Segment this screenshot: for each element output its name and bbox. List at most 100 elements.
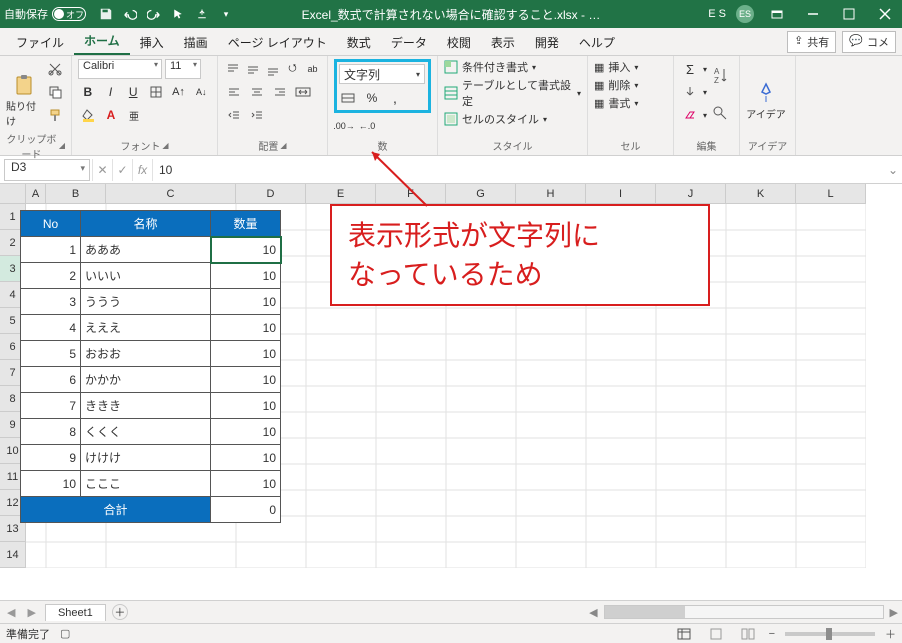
cell-name[interactable]: ううう (81, 289, 211, 315)
cell-name[interactable]: あああ (81, 237, 211, 263)
column-headers[interactable]: ABCDEFGHIJKL (26, 184, 866, 204)
table-row[interactable]: 6かかか10 (21, 367, 281, 393)
worksheet-grid[interactable]: ABCDEFGHIJKL 1234567891011121314 No名称数量1… (0, 184, 902, 600)
share-button[interactable]: ⇪ 共有 (787, 31, 836, 53)
cell-qty[interactable]: 10 (211, 315, 281, 341)
tab-ファイル[interactable]: ファイル (6, 30, 74, 55)
font-launcher-icon[interactable]: ◢ (162, 141, 168, 150)
orientation-icon[interactable]: ⭯ (284, 59, 301, 79)
sheet-nav-prev-icon[interactable]: ◀ (4, 606, 18, 619)
zoom-in-icon[interactable]: ＋ (885, 626, 896, 642)
cell-qty[interactable]: 10 (211, 263, 281, 289)
format-cells-button[interactable]: ▦書式▾ (594, 95, 638, 111)
decrease-decimal-icon[interactable]: ←.0 (357, 116, 377, 136)
cursor-icon[interactable] (170, 6, 186, 22)
col-header-H[interactable]: H (516, 184, 586, 204)
align-left-icon[interactable] (224, 82, 244, 102)
maximize-icon[interactable] (836, 4, 862, 24)
increase-indent-icon[interactable] (247, 105, 267, 125)
cell-name[interactable]: こここ (81, 471, 211, 497)
cell-no[interactable]: 1 (21, 237, 81, 263)
tab-ホーム[interactable]: ホーム (74, 28, 130, 55)
wrap-text-button[interactable]: ab (304, 59, 321, 79)
col-header-G[interactable]: G (446, 184, 516, 204)
alignment-launcher-icon[interactable]: ◢ (280, 141, 286, 150)
page-layout-view-icon[interactable] (705, 626, 727, 642)
cell-qty[interactable]: 10 (211, 237, 281, 263)
table-row[interactable]: 1あああ10 (21, 237, 281, 263)
cell-styles-button[interactable]: セルのスタイル▾ (444, 111, 581, 127)
col-header-L[interactable]: L (796, 184, 866, 204)
tab-描画[interactable]: 描画 (174, 30, 218, 55)
comment-button[interactable]: 💬 コメ (842, 31, 896, 53)
tab-開発[interactable]: 開発 (525, 30, 569, 55)
cell-name[interactable]: いいい (81, 263, 211, 289)
cell-qty[interactable]: 10 (211, 471, 281, 497)
cell-qty[interactable]: 10 (211, 419, 281, 445)
col-header-K[interactable]: K (726, 184, 796, 204)
table-row[interactable]: 5おおお10 (21, 341, 281, 367)
number-format-select[interactable]: 文字列▾ (339, 64, 425, 84)
cell-qty[interactable]: 10 (211, 445, 281, 471)
macro-record-icon[interactable]: ▢ (60, 627, 70, 640)
paste-button[interactable]: 貼り付け (6, 59, 42, 137)
name-box[interactable]: D3 (4, 159, 90, 181)
table-row[interactable]: 3ううう10 (21, 289, 281, 315)
col-header-C[interactable]: C (106, 184, 236, 204)
qat-customize-icon[interactable]: ▾ (218, 6, 234, 22)
comma-format-icon[interactable]: , (385, 88, 405, 108)
cell-no[interactable]: 2 (21, 263, 81, 289)
table-row[interactable]: 8くくく10 (21, 419, 281, 445)
delete-cells-button[interactable]: ▦削除▾ (594, 77, 638, 93)
table-row[interactable]: 2いいい10 (21, 263, 281, 289)
align-right-icon[interactable] (270, 82, 290, 102)
add-sheet-button[interactable]: ＋ (112, 604, 128, 620)
format-as-table-button[interactable]: テーブルとして書式設定▾ (444, 77, 581, 109)
col-header-A[interactable]: A (26, 184, 46, 204)
ribbon-options-icon[interactable] (764, 4, 790, 24)
sheet-tab[interactable]: Sheet1 (45, 604, 106, 621)
find-select-icon[interactable] (710, 96, 730, 130)
sheet-nav-next-icon[interactable]: ▶ (24, 606, 38, 619)
increase-font-icon[interactable]: A↑ (169, 82, 189, 102)
align-bottom-icon[interactable] (264, 59, 281, 79)
autosave-toggle[interactable]: 自動保存 オフ (4, 6, 86, 22)
formula-input[interactable]: 10 (152, 159, 884, 181)
cell-no[interactable]: 6 (21, 367, 81, 393)
table-row[interactable]: 9けけけ10 (21, 445, 281, 471)
underline-button[interactable]: U (123, 82, 143, 102)
align-center-icon[interactable] (247, 82, 267, 102)
autosum-icon[interactable]: Σ (680, 59, 700, 79)
close-icon[interactable] (872, 4, 898, 24)
ideas-button[interactable]: アイデア (746, 59, 786, 137)
increase-decimal-icon[interactable]: .00→ (334, 116, 354, 136)
user-avatar[interactable]: ES (736, 5, 754, 23)
cell-name[interactable]: ききき (81, 393, 211, 419)
fill-icon[interactable] (680, 82, 700, 102)
insert-cells-button[interactable]: ▦挿入▾ (594, 59, 638, 75)
conditional-formatting-button[interactable]: 条件付き書式▾ (444, 59, 581, 75)
tab-データ[interactable]: データ (381, 30, 437, 55)
insert-function-icon[interactable]: fx (132, 159, 152, 181)
row-header-14[interactable]: 14 (0, 542, 26, 568)
cell-no[interactable]: 4 (21, 315, 81, 341)
font-color-icon[interactable]: A (101, 105, 121, 125)
cut-icon[interactable] (45, 59, 65, 79)
align-middle-icon[interactable] (244, 59, 261, 79)
cell-no[interactable]: 5 (21, 341, 81, 367)
col-header-J[interactable]: J (656, 184, 726, 204)
table-row[interactable]: 10こここ10 (21, 471, 281, 497)
tab-ページ レイアウト[interactable]: ページ レイアウト (218, 30, 337, 55)
table-row[interactable]: 4えええ10 (21, 315, 281, 341)
phonetic-icon[interactable]: 亜 (124, 105, 144, 125)
bold-button[interactable]: B (78, 82, 98, 102)
select-all-corner[interactable] (0, 184, 26, 204)
align-top-icon[interactable] (224, 59, 241, 79)
hscroll-left-icon[interactable]: ◀ (589, 606, 597, 619)
fill-color-icon[interactable] (78, 105, 98, 125)
minimize-icon[interactable] (800, 4, 826, 24)
col-header-D[interactable]: D (236, 184, 306, 204)
page-break-view-icon[interactable] (737, 626, 759, 642)
cell-name[interactable]: おおお (81, 341, 211, 367)
cell-no[interactable]: 8 (21, 419, 81, 445)
